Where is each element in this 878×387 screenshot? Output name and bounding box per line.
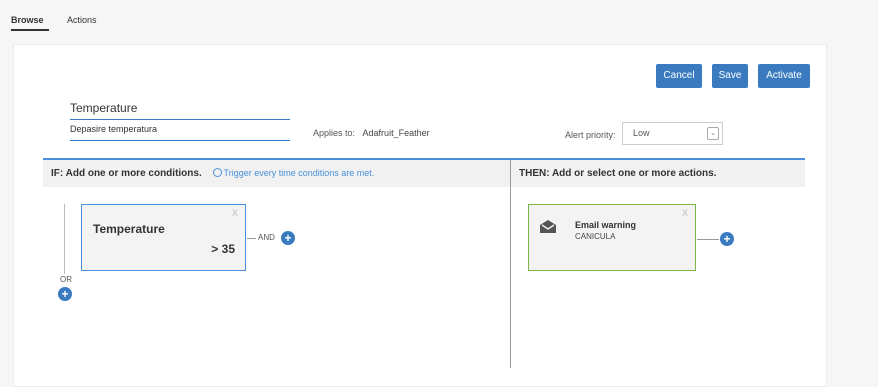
activate-button[interactable]: Activate: [758, 64, 810, 88]
then-section-title: THEN: Add or select one or more actions.: [519, 168, 717, 179]
section-divider: [510, 160, 511, 368]
envelope-open-icon: [540, 220, 556, 233]
trigger-hint-text: Trigger every time conditions are met.: [223, 168, 375, 178]
if-section-title: IF: Add one or more conditions.: [51, 168, 202, 179]
save-button[interactable]: Save: [712, 64, 748, 88]
alert-priority-select[interactable]: Low ⌄: [622, 122, 723, 145]
rule-description-field[interactable]: Depasire temperatura: [70, 124, 290, 141]
rule-builder: IF: Add one or more conditions. Trigger …: [43, 158, 805, 368]
clock-icon: [212, 168, 222, 177]
applies-to-label: Applies to:: [313, 128, 356, 138]
tab-actions[interactable]: Actions: [67, 15, 97, 25]
action-connector-line: [697, 239, 719, 240]
rule-editor-panel: Cancel Save Activate Temperature Depasir…: [13, 44, 827, 387]
rule-name-field[interactable]: Temperature: [70, 101, 290, 120]
action-title: Email warning: [575, 220, 637, 230]
alert-priority-value: Low: [633, 128, 650, 138]
or-connector-line: [64, 204, 65, 274]
chevron-down-icon: ⌄: [707, 127, 719, 140]
condition-card[interactable]: X Temperature > 35: [81, 204, 246, 271]
remove-action-button[interactable]: X: [682, 208, 688, 218]
applies-to-value: Adafruit_Feather: [362, 128, 430, 138]
remove-condition-button[interactable]: X: [232, 208, 238, 218]
add-and-condition-button[interactable]: +: [281, 231, 295, 245]
and-connector-line: [247, 238, 256, 239]
action-card[interactable]: X Email warning CANICULA: [528, 204, 696, 271]
tab-browse[interactable]: Browse: [11, 15, 44, 25]
then-section-header: THEN: Add or select one or more actions.: [511, 160, 805, 187]
condition-title: Temperature: [93, 222, 165, 236]
trigger-hint-link[interactable]: Trigger every time conditions are met.: [212, 168, 375, 178]
and-label: AND: [258, 233, 275, 242]
alert-priority-label: Alert priority:: [565, 130, 616, 140]
add-or-condition-button[interactable]: +: [58, 287, 72, 301]
condition-value: > 35: [211, 242, 235, 256]
cancel-button[interactable]: Cancel: [656, 64, 702, 88]
action-subtitle: CANICULA: [575, 232, 616, 241]
active-tab-indicator: [11, 29, 49, 31]
applies-to: Applies to: Adafruit_Feather: [313, 128, 430, 138]
add-action-button[interactable]: +: [720, 232, 734, 246]
or-label: OR: [60, 275, 72, 284]
if-section-header: IF: Add one or more conditions. Trigger …: [43, 160, 510, 187]
tab-bar: Browse Actions: [0, 0, 878, 34]
